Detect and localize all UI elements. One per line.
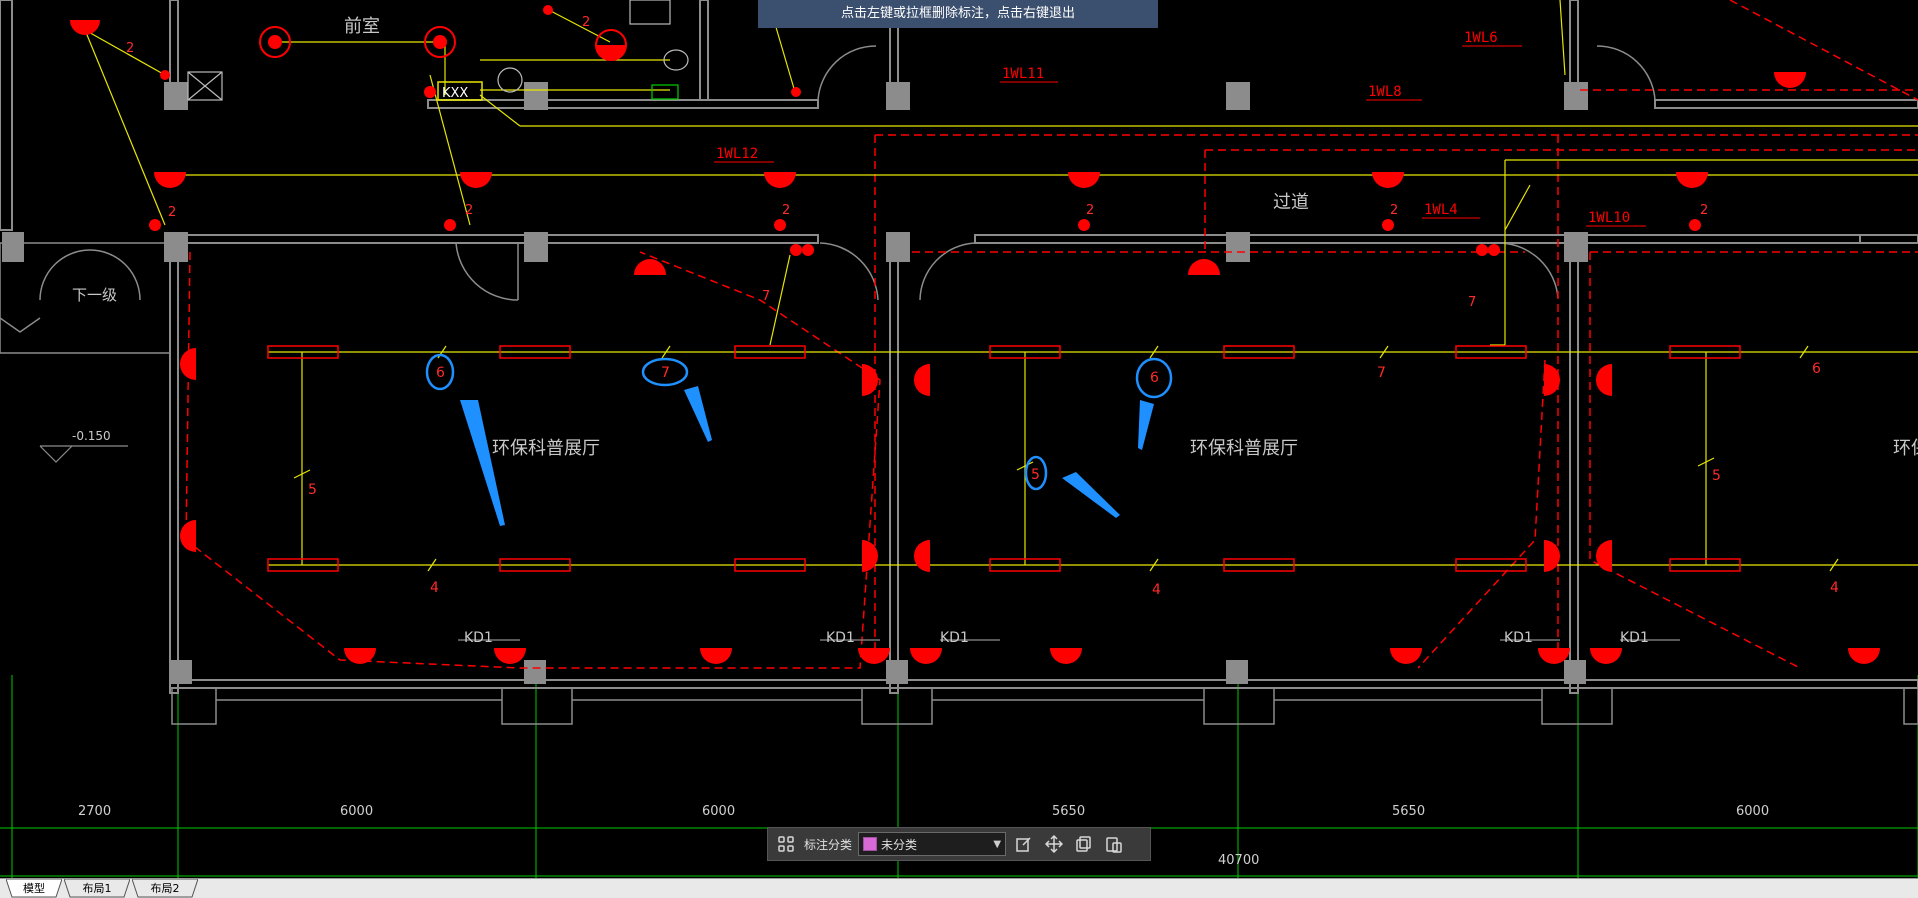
circuit-label: 1WL8 (1368, 84, 1402, 100)
small-count: 2 (1700, 203, 1708, 218)
small-count: 2 (1086, 203, 1094, 218)
door-label: KD1 (1620, 630, 1649, 646)
small-count: 2 (126, 41, 134, 56)
cad-drawing-canvas[interactable]: 前室 过道 环保科普展厅 环保科普展厅 环保科 下一级 -0.150 1WL6 … (0, 0, 1918, 878)
wire-count: 7 (1377, 365, 1386, 381)
wire-count: 7 (661, 365, 670, 381)
category-select[interactable]: 未分类 ▼ (858, 832, 1007, 856)
dimension-label: 5650 (1052, 804, 1085, 819)
level-label: -0.150 (72, 429, 111, 443)
wire-count: 4 (1152, 582, 1161, 598)
dimension-label: 2700 (78, 804, 111, 819)
circuit-label: 1WL11 (1002, 66, 1044, 82)
wire-count: 5 (1031, 467, 1040, 483)
edit-icon[interactable] (1012, 832, 1036, 856)
circuit-label: 1WL12 (716, 146, 758, 162)
circuit-label: 1WL4 (1424, 202, 1458, 218)
command-hint-banner: 点击左键或拉框删除标注，点击右键退出 (758, 0, 1158, 28)
tab-layout1[interactable]: 布局1 (64, 879, 130, 898)
tab-label: 布局1 (82, 882, 112, 895)
chevron-down-icon: ▼ (993, 838, 1002, 850)
dimension-label: 6000 (702, 804, 735, 819)
dimension-label: 6000 (340, 804, 373, 819)
door-label: KD1 (940, 630, 969, 646)
category-color-swatch (863, 837, 878, 851)
small-count: 2 (782, 203, 790, 218)
dimension-label: 5650 (1392, 804, 1425, 819)
category-label: 标注分类 (804, 837, 853, 852)
panel-label: KXX (442, 86, 468, 101)
wire-count: 5 (308, 482, 317, 498)
layout-tab-bar: 模型 布局1 布局2 (0, 878, 1918, 898)
annotation-toolbar: 标注分类 未分类 ▼ (767, 827, 1151, 861)
room-label: 过道 (1273, 192, 1309, 213)
move-icon[interactable] (1042, 832, 1066, 856)
wire-count: 6 (436, 365, 445, 381)
grid-icon[interactable] (774, 832, 798, 856)
circuit-label: 1WL10 (1588, 210, 1630, 226)
wire-count: 5 (1712, 468, 1721, 484)
copy-icon[interactable] (1072, 832, 1096, 856)
door-label: KD1 (1504, 630, 1533, 646)
room-label: 环保科普展厅 (1190, 438, 1298, 459)
tab-label: 模型 (23, 882, 45, 895)
room-label: 环保科普展厅 (492, 438, 600, 459)
wire-count: 4 (430, 580, 439, 596)
small-count: 2 (168, 205, 176, 220)
stair-label: 下一级 (72, 286, 117, 304)
door-label: KD1 (464, 630, 493, 646)
room-label: 环保科 (1893, 438, 1918, 459)
wire-count: 6 (1150, 370, 1159, 386)
small-count: 7 (1468, 295, 1476, 310)
small-count: 2 (465, 203, 473, 218)
tab-label: 布局2 (150, 882, 180, 895)
small-count: 2 (582, 15, 590, 30)
dimension-label: 6000 (1736, 804, 1769, 819)
circuit-label: 1WL6 (1464, 30, 1498, 46)
paste-icon[interactable] (1102, 832, 1126, 856)
tab-layout2[interactable]: 布局2 (132, 879, 198, 898)
category-value: 未分类 (881, 837, 918, 852)
small-count: 7 (762, 289, 770, 304)
total-dimension: 40700 (1218, 853, 1259, 868)
tab-model[interactable]: 模型 (6, 879, 62, 898)
wire-count: 4 (1830, 580, 1839, 596)
wire-count: 6 (1812, 361, 1821, 377)
door-label: KD1 (826, 630, 855, 646)
small-count: 2 (1390, 203, 1398, 218)
room-label: 前室 (344, 16, 380, 37)
